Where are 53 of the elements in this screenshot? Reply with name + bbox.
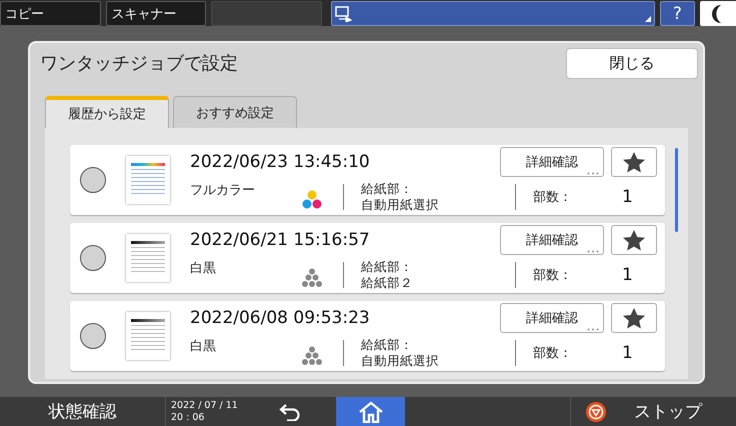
dialog-title: ワンタッチジョブで設定 <box>40 52 238 75</box>
stop-icon <box>586 402 606 422</box>
copies-value: 1 <box>622 343 633 363</box>
favorite-button[interactable] <box>611 225 657 255</box>
tab[interactable]: おすすめ設定 <box>173 96 297 128</box>
status-check-button[interactable]: 状態確認 <box>0 397 166 426</box>
star-icon <box>623 152 645 172</box>
document-thumbnail <box>126 312 170 360</box>
details-button[interactable]: 詳細確認 <box>500 147 604 177</box>
tab[interactable]: 履歴から設定 <box>45 96 169 128</box>
details-button[interactable]: 詳細確認 <box>500 225 604 255</box>
document-thumbnail <box>126 156 170 204</box>
paper-tray-info: 給紙部： 自動用紙選択 <box>361 337 440 369</box>
screen-icon <box>334 6 353 22</box>
favorite-button[interactable] <box>611 147 657 177</box>
more-dots-icon <box>587 172 599 175</box>
scrollbar[interactable] <box>675 148 678 232</box>
return-arrow-icon <box>278 402 302 420</box>
favorite-button[interactable] <box>611 303 657 333</box>
star-icon <box>623 308 645 328</box>
color-mode: 白黒 <box>190 260 217 277</box>
copies-label: 部数： <box>533 267 572 284</box>
paper-tray-info: 給紙部： 自動用紙選択 <box>361 181 440 213</box>
details-button[interactable]: 詳細確認 <box>500 303 604 333</box>
paper-tray-info: 給紙部： 給紙部２ <box>361 259 414 291</box>
home-button[interactable] <box>336 397 405 426</box>
radio-button[interactable] <box>80 245 106 271</box>
color-mode: 白黒 <box>190 338 217 355</box>
star-icon <box>623 230 645 250</box>
copies-value: 1 <box>622 187 633 207</box>
copies-label: 部数： <box>533 345 572 362</box>
job-datetime: 2022/06/23 13:45:10 <box>190 152 370 172</box>
stop-button[interactable]: ストップ <box>570 397 736 426</box>
more-dots-icon <box>587 250 599 253</box>
app-tab[interactable]: スキャナー <box>106 1 206 26</box>
document-thumbnail <box>126 234 170 282</box>
date-text: 2022 / 07 / 11 <box>171 400 235 412</box>
info-field[interactable] <box>330 1 655 26</box>
radio-button[interactable] <box>80 323 106 349</box>
app-tab[interactable]: コピー <box>0 1 102 26</box>
home-icon <box>358 400 384 422</box>
copies-label: 部数： <box>533 189 572 206</box>
job-datetime: 2022/06/08 09:53:23 <box>190 308 370 328</box>
time-text: 20 : 06 <box>171 412 206 424</box>
radio-button[interactable] <box>80 167 106 193</box>
corner-triangle-icon <box>644 16 651 22</box>
more-dots-icon <box>587 328 599 331</box>
close-button[interactable]: 閉じる <box>566 48 698 78</box>
job-datetime: 2022/06/21 15:16:57 <box>190 230 370 250</box>
help-button[interactable]: ? <box>660 1 696 26</box>
copies-value: 1 <box>622 265 633 285</box>
energy-saver-button[interactable] <box>700 1 736 26</box>
color-mode: フルカラー <box>190 182 256 199</box>
